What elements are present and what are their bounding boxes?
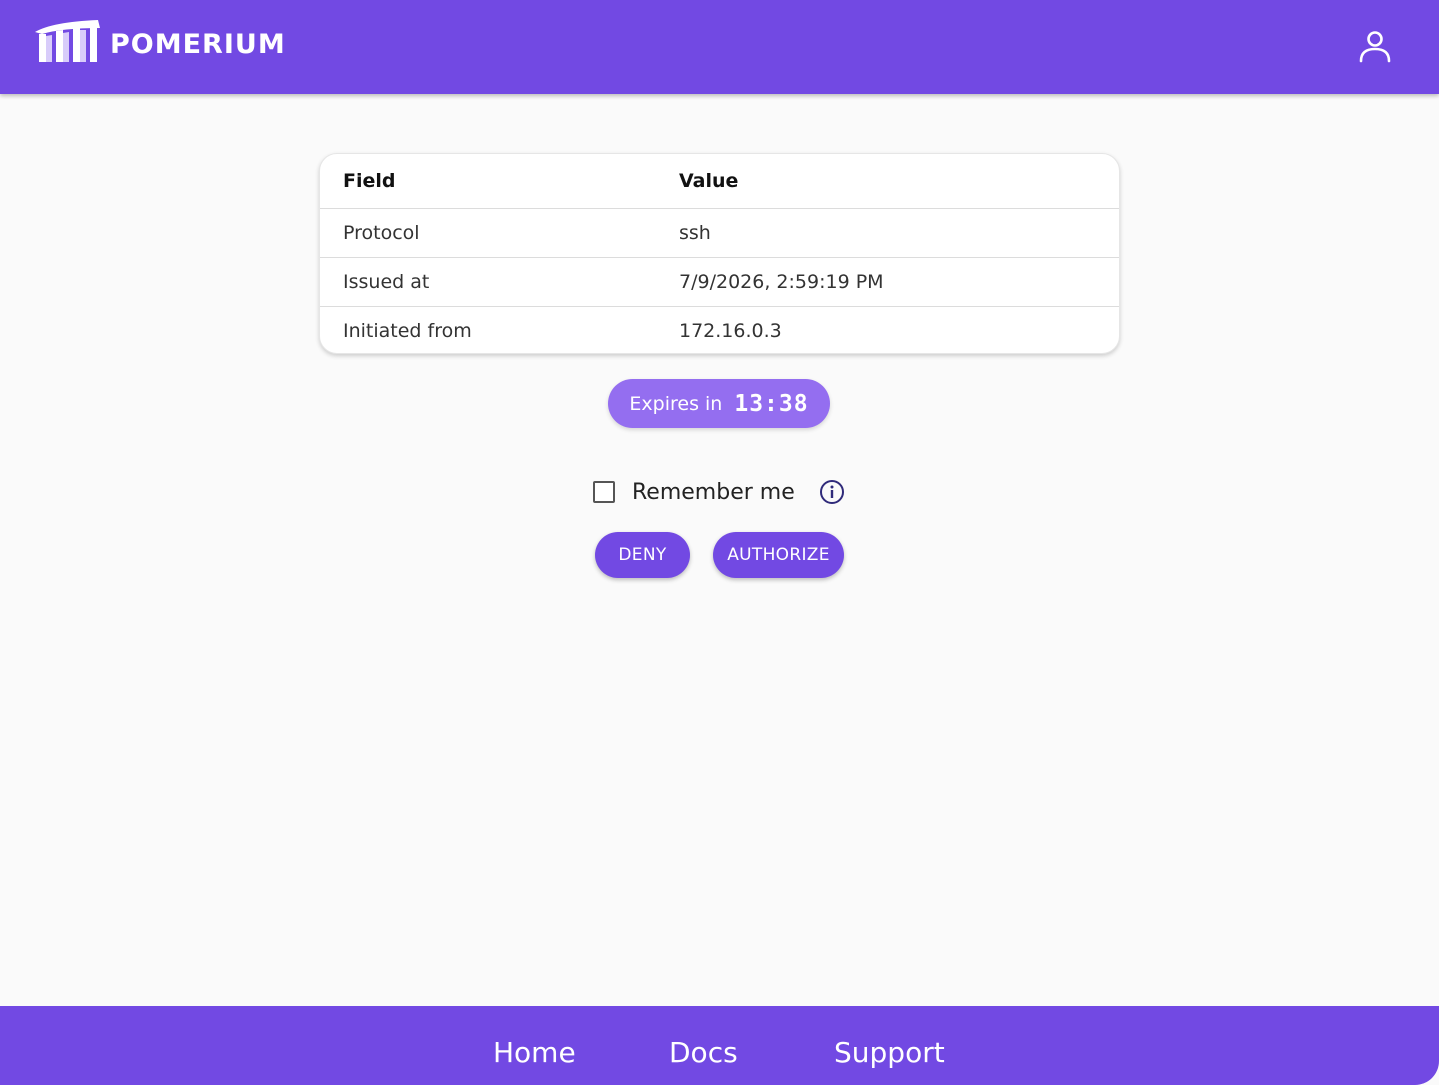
footer-link-home[interactable]: Home	[493, 1036, 576, 1069]
remember-me-checkbox[interactable]	[593, 481, 615, 503]
page: POMERIUM Field Value Protocol ssh Issued…	[0, 0, 1439, 1085]
field-cell: Initiated from	[343, 319, 472, 342]
pomerium-logo-icon	[35, 20, 100, 62]
value-cell: 172.16.0.3	[679, 319, 782, 342]
column-header-field: Field	[320, 154, 656, 209]
table-row: Protocol ssh	[320, 208, 1119, 258]
remember-me-label[interactable]: Remember me	[632, 480, 795, 505]
expiry-label: Expires in	[629, 392, 723, 415]
session-details-card: Field Value Protocol ssh Issued at 7/9/2…	[319, 153, 1120, 354]
table-row: Initiated from 172.16.0.3	[320, 306, 1119, 353]
table-header-row: Field Value	[320, 154, 1119, 209]
field-cell: Issued at	[320, 257, 656, 307]
info-icon[interactable]	[819, 479, 845, 505]
footer-link-support[interactable]: Support	[834, 1036, 945, 1069]
footer-link-docs[interactable]: Docs	[669, 1036, 738, 1069]
column-header-value: Value	[656, 154, 1119, 209]
pomerium-logo[interactable]: POMERIUM	[32, 18, 286, 68]
deny-button[interactable]: DENY	[595, 532, 690, 578]
value-cell: ssh	[656, 208, 1119, 258]
table-row: Issued at 7/9/2026, 2:59:19 PM	[320, 257, 1119, 307]
authorize-button[interactable]: AUTHORIZE	[713, 532, 844, 578]
top-bar: POMERIUM	[0, 0, 1439, 94]
value-cell: 7/9/2026, 2:59:19 PM	[656, 257, 1119, 307]
field-cell: Protocol	[320, 208, 656, 258]
remember-me-row: Remember me	[593, 478, 845, 506]
brand-name: POMERIUM	[110, 28, 286, 60]
expiry-badge: Expires in 13:38	[608, 379, 830, 428]
footer: Home Docs Support	[0, 1006, 1439, 1085]
session-table: Field Value Protocol ssh Issued at 7/9/2…	[320, 154, 1119, 353]
user-icon[interactable]	[1356, 28, 1394, 66]
expiry-countdown: 13:38	[734, 390, 809, 417]
